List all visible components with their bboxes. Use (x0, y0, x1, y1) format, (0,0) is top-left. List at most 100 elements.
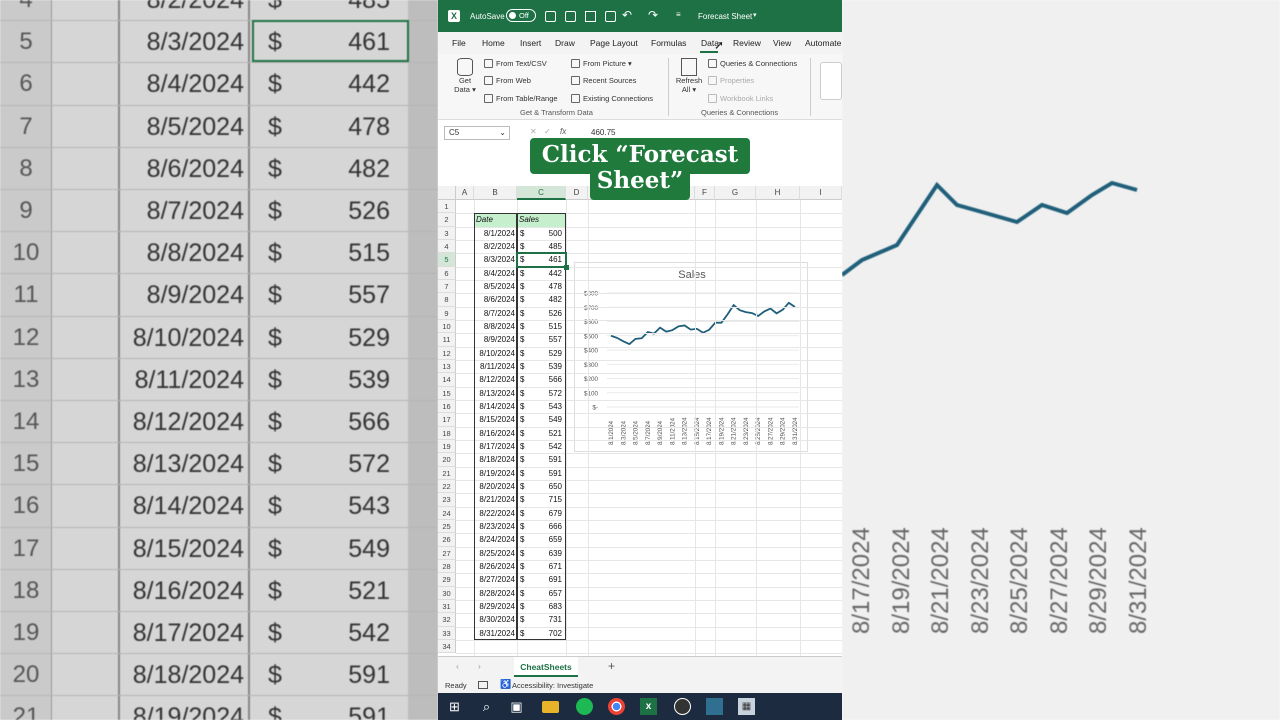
excel-taskbar-icon[interactable]: x (640, 698, 657, 715)
sales-chart[interactable]: Sales $800$700$600$500$400$300$200$100$-… (574, 262, 808, 452)
recent-sources-button[interactable]: Recent Sources (571, 76, 636, 85)
undo-icon[interactable]: ↶ (622, 8, 632, 22)
row-header[interactable]: 16 (438, 399, 456, 414)
edit-icon[interactable] (565, 11, 576, 22)
row-header[interactable]: 32 (438, 613, 456, 627)
chevron-right-icon[interactable]: › (478, 661, 481, 671)
text-file-icon (484, 59, 493, 68)
row-header[interactable]: 24 (438, 506, 456, 520)
name-box[interactable]: C5 ⌄ (444, 126, 510, 140)
row-header[interactable]: 3 (438, 226, 456, 240)
properties-button[interactable]: Properties (708, 76, 754, 85)
formula-value[interactable]: 460.75 (591, 128, 615, 137)
refresh-all-button[interactable]: Refresh All ▾ (674, 58, 704, 94)
row-header[interactable]: 31 (438, 599, 456, 614)
worksheet-grid[interactable]: Sales $800$700$600$500$400$300$200$100$-… (438, 186, 842, 656)
sheet-tab-cheatsheets[interactable]: CheatSheets (514, 657, 578, 677)
menu-tab-formulas[interactable]: Formulas (651, 38, 686, 48)
row-header[interactable]: 14 (438, 373, 456, 387)
row-header[interactable]: 1 (438, 200, 456, 214)
cancel-icon[interactable]: ✕ (530, 127, 537, 136)
workbook-links-button[interactable]: Workbook Links (708, 94, 773, 103)
redo-icon[interactable]: ↷ (648, 8, 658, 22)
column-header-a[interactable]: A (456, 186, 474, 200)
row-header[interactable]: 29 (438, 573, 456, 587)
accessibility-status[interactable]: Accessibility: Investigate (512, 681, 593, 690)
menu-tab-insert[interactable]: Insert (520, 38, 541, 48)
obs-icon[interactable] (674, 698, 691, 715)
save-icon[interactable] (545, 11, 556, 22)
customize-icon[interactable]: ≡ (676, 10, 681, 19)
add-sheet-button[interactable]: + (608, 659, 615, 673)
row-header[interactable]: 18 (438, 426, 456, 440)
spotify-icon[interactable] (576, 698, 593, 715)
queries-connections-button[interactable]: Queries & Connections (708, 59, 797, 68)
menu-tab-file[interactable]: File (452, 38, 466, 48)
menu-tab-review[interactable]: Review (733, 38, 761, 48)
row-header[interactable]: 21 (438, 466, 456, 480)
file-explorer-icon[interactable] (542, 701, 559, 713)
menu-tab-draw[interactable]: Draw (555, 38, 575, 48)
existing-connections-button[interactable]: Existing Connections (571, 94, 653, 103)
row-header[interactable]: 20 (438, 453, 456, 467)
menu-tab-page-layout[interactable]: Page Layout (590, 38, 638, 48)
row-header[interactable]: 22 (438, 479, 456, 494)
row-header[interactable]: 4 (438, 239, 456, 254)
app-icon[interactable] (706, 698, 723, 715)
row-header[interactable]: 26 (438, 533, 456, 547)
calculator-icon[interactable]: ▦ (738, 698, 755, 715)
row-header[interactable]: 6 (438, 266, 456, 280)
sales-series-line[interactable] (610, 301, 796, 346)
row-header[interactable]: 13 (438, 359, 456, 374)
row-header[interactable]: 33 (438, 626, 456, 640)
column-header-b[interactable]: B (474, 186, 517, 200)
column-header-i[interactable]: I (800, 186, 842, 200)
row-header[interactable]: 8 (438, 293, 456, 307)
fill-handle[interactable] (564, 264, 569, 270)
row-header[interactable]: 25 (438, 519, 456, 534)
row-header[interactable]: 5 (438, 253, 456, 267)
windows-start-icon[interactable]: ⊞ (446, 698, 463, 715)
row-header[interactable]: 15 (438, 386, 456, 400)
row-header[interactable]: 27 (438, 546, 456, 560)
background-row: 17 8/15/2024 $549 (0, 526, 438, 570)
new-file-icon[interactable] (585, 11, 596, 22)
from-table-range-button[interactable]: From Table/Range (484, 94, 558, 103)
from-web-button[interactable]: From Web (484, 76, 531, 85)
macro-icon[interactable] (478, 681, 488, 689)
row-header[interactable]: 2 (438, 213, 456, 227)
menu-tab-home[interactable]: Home (482, 38, 505, 48)
row-header[interactable]: 7 (438, 279, 456, 294)
select-all-corner[interactable] (438, 186, 456, 200)
row-header[interactable]: 17 (438, 413, 456, 427)
get-data-button[interactable]: Get Data ▾ (450, 58, 480, 94)
background-row-number: 6 (19, 70, 33, 98)
row-header[interactable]: 30 (438, 586, 456, 600)
chevron-left-icon[interactable]: ‹ (456, 661, 459, 671)
selected-cell-c5[interactable] (516, 252, 567, 268)
row-header[interactable]: 9 (438, 306, 456, 320)
function-icon[interactable]: fx (560, 127, 566, 136)
column-header-h[interactable]: H (756, 186, 800, 200)
row-header[interactable]: 34 (438, 639, 456, 654)
row-header[interactable]: 28 (438, 559, 456, 574)
row-header[interactable]: 11 (438, 333, 456, 347)
row-header[interactable]: 23 (438, 493, 456, 507)
document-title[interactable]: Forecast Sheet (698, 12, 752, 21)
from-picture-button[interactable]: From Picture ▾ (571, 59, 632, 68)
row-header[interactable]: 19 (438, 439, 456, 454)
accessibility-icon[interactable]: ♿ (500, 679, 511, 690)
menu-tab-automate[interactable]: Automate (805, 38, 841, 48)
search-icon[interactable]: ⌕ (478, 698, 495, 715)
enter-icon[interactable]: ✓ (544, 127, 551, 136)
print-preview-icon[interactable] (605, 11, 616, 22)
next-group-button[interactable] (820, 62, 842, 100)
group-label-queries: Queries & Connections (701, 108, 779, 117)
chrome-icon[interactable] (608, 698, 625, 715)
from-text-csv-button[interactable]: From Text/CSV (484, 59, 547, 68)
autosave-toggle[interactable]: Off (506, 9, 536, 22)
menu-tab-view[interactable]: View (773, 38, 791, 48)
row-header[interactable]: 10 (438, 319, 456, 334)
row-header[interactable]: 12 (438, 346, 456, 360)
task-view-icon[interactable]: ▣ (508, 698, 525, 715)
